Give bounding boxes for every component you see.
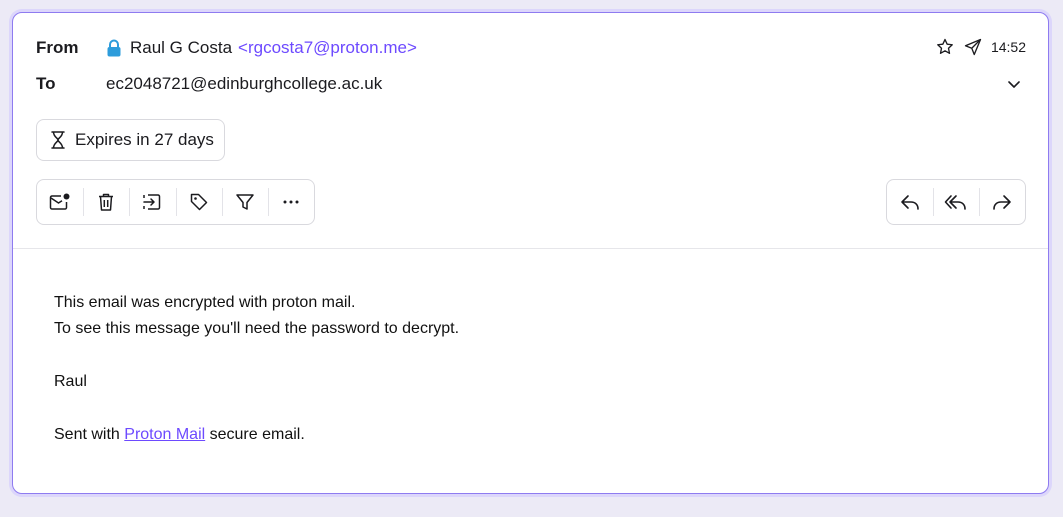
expiration-badge[interactable]: Expires in 27 days <box>36 119 225 161</box>
sender-address[interactable]: <rgcosta7@proton.me> <box>238 38 417 58</box>
message-meta: 14:52 <box>935 37 1026 57</box>
recipient-address[interactable]: ec2048721@edinburghcollege.ac.uk <box>106 74 382 94</box>
message-card: From To Raul G Costa <rgcosta7@proton.me… <box>12 12 1049 494</box>
label-button[interactable] <box>175 180 222 224</box>
header-divider <box>13 248 1048 249</box>
more-icon <box>281 192 301 212</box>
more-button[interactable] <box>267 180 314 224</box>
footer-line: Sent with Proton Mail secure email. <box>54 422 459 448</box>
trash-icon <box>97 192 115 212</box>
to-label: To <box>36 74 56 93</box>
body-line: To see this message you'll need the pass… <box>54 320 460 337</box>
mark-unread-icon <box>49 192 71 212</box>
lock-icon <box>106 39 122 57</box>
from-label: From <box>36 38 79 57</box>
hourglass-icon <box>51 131 65 149</box>
move-to-button[interactable] <box>129 180 175 224</box>
body-line: This email was encrypted with proton mai… <box>54 294 356 311</box>
sender[interactable]: Raul G Costa <rgcosta7@proton.me> <box>106 38 417 58</box>
move-to-icon <box>142 192 162 212</box>
delete-button[interactable] <box>83 180 129 224</box>
reply-toolbar <box>886 179 1026 225</box>
reply-button[interactable] <box>887 180 933 224</box>
forward-button[interactable] <box>979 180 1025 224</box>
reply-all-button[interactable] <box>933 180 979 224</box>
proton-mail-link[interactable]: Proton Mail <box>124 426 205 443</box>
mark-unread-button[interactable] <box>37 180 83 224</box>
message-body: This email was encrypted with proton mai… <box>54 290 459 448</box>
signature: Raul <box>54 373 87 390</box>
expiration-label: Expires in 27 days <box>75 130 214 149</box>
sender-name[interactable]: Raul G Costa <box>130 38 232 58</box>
label-icon <box>189 192 209 212</box>
message-toolbar <box>36 179 315 225</box>
forward-icon <box>991 192 1013 212</box>
reply-icon <box>899 192 921 212</box>
filter-icon <box>235 192 255 212</box>
star-icon[interactable] <box>935 37 955 57</box>
chevron-down-icon[interactable] <box>1006 76 1022 92</box>
footer-prefix: Sent with <box>54 426 125 443</box>
footer-suffix: secure email. <box>205 426 305 443</box>
filter-button[interactable] <box>221 180 268 224</box>
paper-plane-icon <box>963 37 983 57</box>
message-time: 14:52 <box>990 39 1026 55</box>
reply-all-icon <box>944 192 968 212</box>
